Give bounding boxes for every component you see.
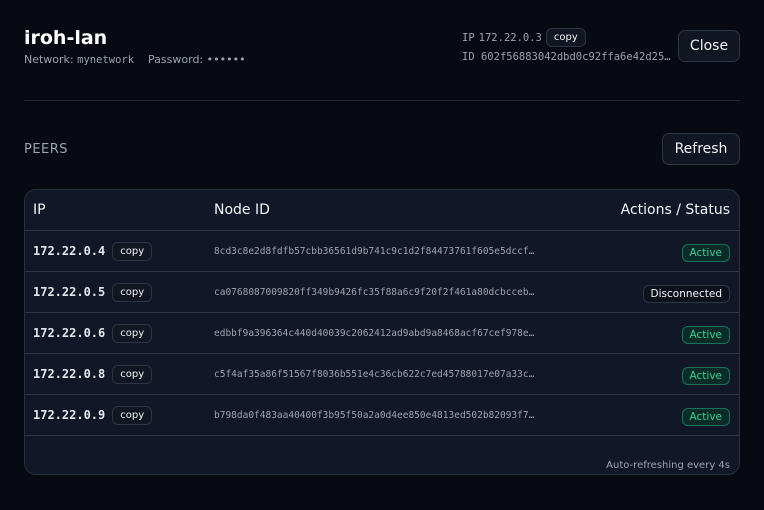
ip-value: 172.22.0.3 [478,31,542,44]
peer-ip-cell: 172.22.0.5 copy [25,282,214,302]
self-id: ID 602f56883042dbd0c92ffa6e42d25… [462,51,671,63]
network-name: mynetwork [77,54,135,66]
id-value: 602f56883042dbd0c92ffa6e42d25… [480,51,671,63]
copy-peer-ip-button[interactable]: copy [112,405,153,425]
peer-ip-cell: 172.22.0.8 copy [25,364,214,384]
peer-ip-cell: 172.22.0.6 copy [25,323,214,343]
col-ip: IP [33,202,46,218]
status-badge: Disconnected [642,284,730,303]
peer-node-id: 8cd3c8e2d8fdfb57cbb36561d9b741c9c1d2f844… [214,245,535,257]
status-badge: Active [681,366,730,385]
peer-ip-cell: 172.22.0.4 copy [25,241,214,261]
table-row: 172.22.0.5 copy ca0768087009820ff349b9426… [25,272,739,313]
table-row: 172.22.0.8 copy c5f4af35a86f51567f8036b55… [25,354,739,395]
status-cell: Disconnected [549,282,739,303]
peers-heading: PEERS [24,142,69,157]
network-info: Network: mynetwork Password: •••••• [24,53,246,66]
table-row: 172.22.0.9 copy b798da0f483aa40400f3b95f5… [25,395,739,436]
peer-ip: 172.22.0.4 [33,244,106,258]
auto-refresh-note: Auto-refreshing every 4s [606,460,730,471]
peer-ip: 172.22.0.5 [33,285,106,299]
id-label: ID [462,51,475,63]
peer-node-id: b798da0f483aa40400f3b95f50a2a0d4ee850e48… [214,409,535,421]
ip-label: IP [462,31,475,44]
copy-peer-ip-button[interactable]: copy [112,323,153,343]
copy-peer-ip-button[interactable]: copy [112,282,153,302]
app-title: iroh-lan [24,27,108,49]
status-badge: Active [681,407,730,426]
self-ip: IP 172.22.0.3 copy [462,28,586,47]
peers-table: IP Node ID Actions / Status 172.22.0.4 co… [24,189,740,475]
network-label: Network: [24,53,74,66]
status-badge: Active [681,325,730,344]
table-row: 172.22.0.4 copy 8cd3c8e2d8fdfb57cbb36561d… [25,231,739,272]
table-header: IP Node ID Actions / Status [25,190,739,231]
status-badge: Active [681,243,730,262]
peer-node-id: edbbf9a396364c440d40039c2062412ad9abd9a8… [214,327,535,339]
col-node-id: Node ID [214,202,270,218]
status-cell: Active [549,405,739,426]
divider [24,100,740,101]
close-button[interactable]: Close [678,30,740,62]
peer-ip: 172.22.0.8 [33,367,106,381]
status-cell: Active [549,364,739,385]
table-row: 172.22.0.6 copy edbbf9a396364c440d40039c2… [25,313,739,354]
status-cell: Active [549,323,739,344]
copy-peer-ip-button[interactable]: copy [112,241,153,261]
password-label: Password: [148,53,204,66]
copy-peer-ip-button[interactable]: copy [112,364,153,384]
copy-ip-button[interactable]: copy [545,28,586,47]
col-status: Actions / Status [620,202,730,218]
refresh-button[interactable]: Refresh [662,133,740,165]
peer-ip: 172.22.0.9 [33,408,106,422]
peer-node-id: c5f4af35a86f51567f8036b551e4c36cb622c7ed… [214,368,535,380]
status-cell: Active [549,241,739,262]
peer-node-id: ca0768087009820ff349b9426fc35f88a6c9f20f… [214,286,535,298]
peer-ip: 172.22.0.6 [33,326,106,340]
password-value: •••••• [206,53,246,66]
peer-ip-cell: 172.22.0.9 copy [25,405,214,425]
